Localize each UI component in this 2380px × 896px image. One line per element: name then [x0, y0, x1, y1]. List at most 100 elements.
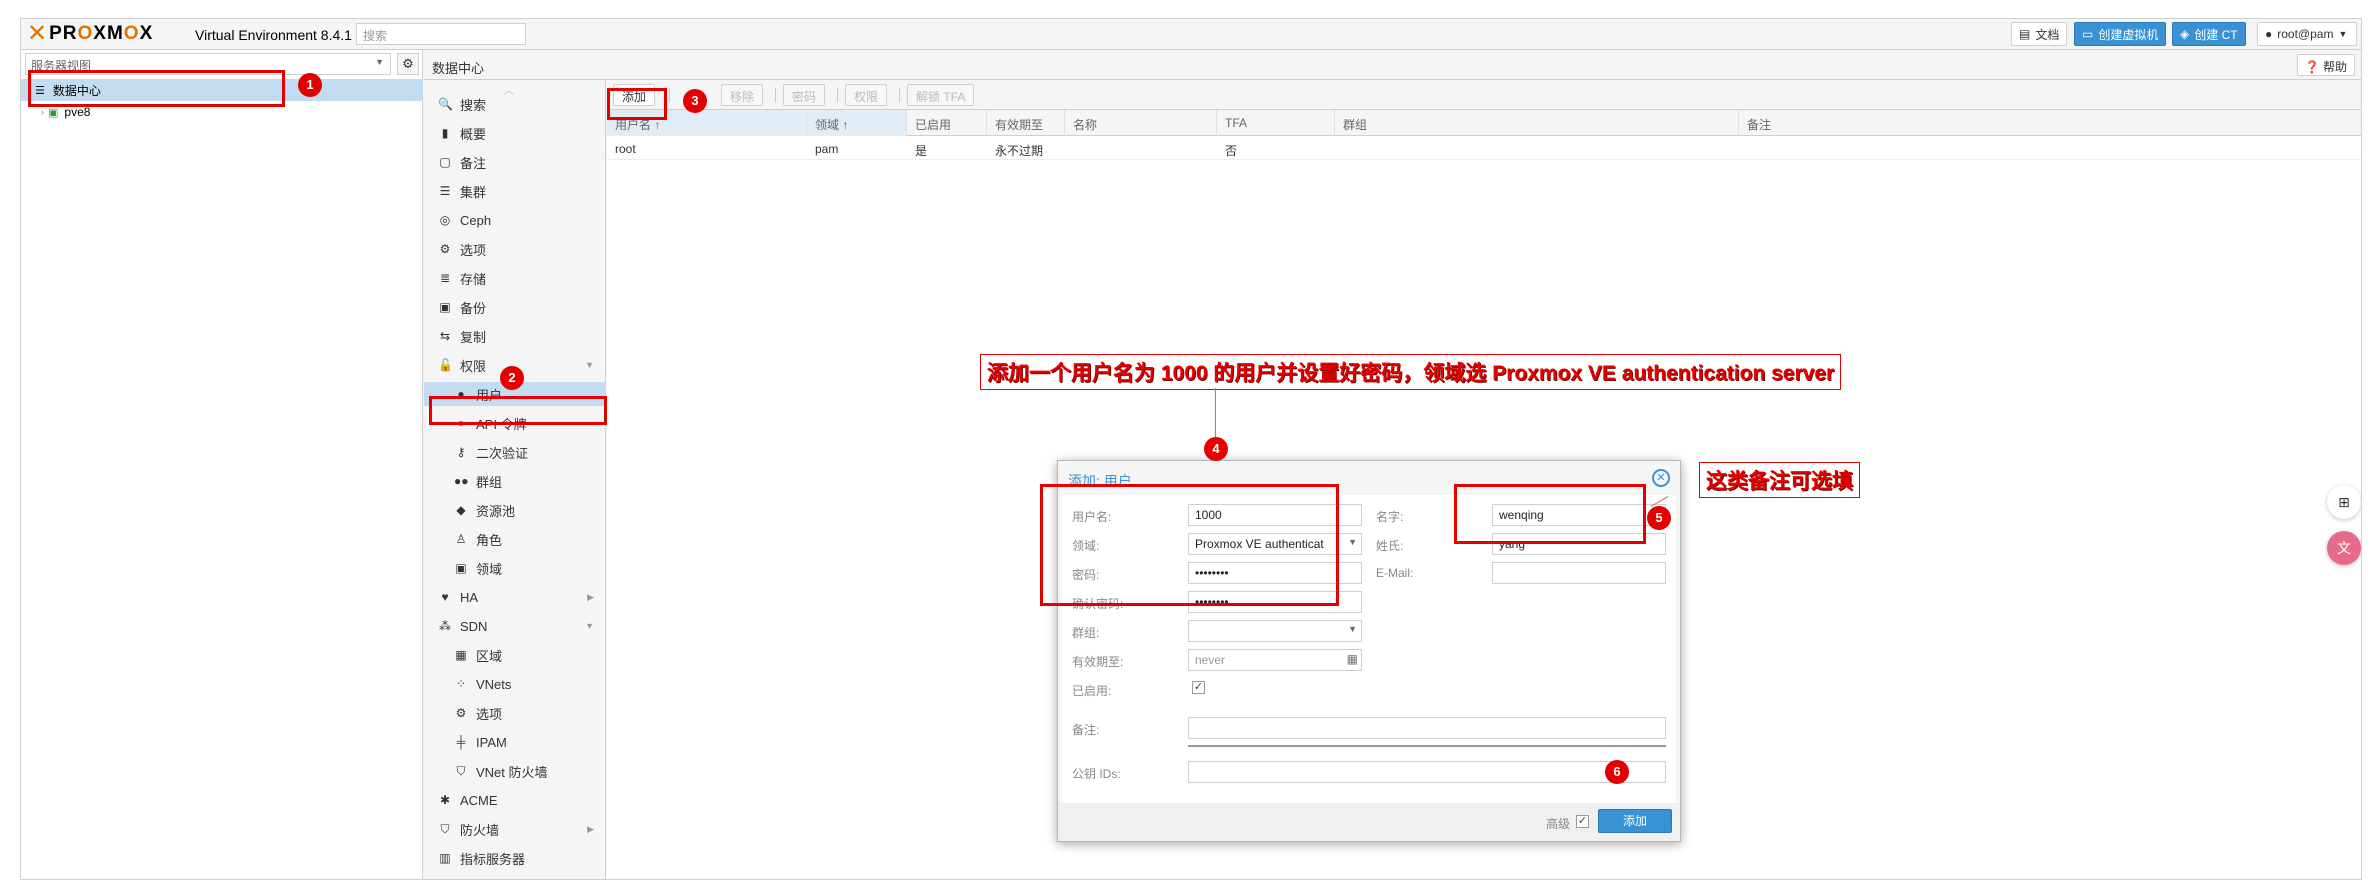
- expire-date-input[interactable]: never ▦: [1188, 649, 1362, 671]
- nav-groups[interactable]: ●● 群组: [424, 469, 606, 493]
- step-badge-6: 6: [1605, 760, 1629, 784]
- advanced-label: 高级: [1546, 817, 1571, 831]
- col-comment[interactable]: 备注: [1739, 110, 2361, 136]
- nav-storage[interactable]: ≣ 存储: [424, 266, 606, 290]
- cube-icon: ◈: [2180, 27, 2190, 41]
- email-input[interactable]: [1492, 562, 1666, 584]
- highlight-add-button: [607, 88, 667, 120]
- expand-icon: ›: [41, 107, 44, 117]
- step-badge-3: 3: [683, 89, 707, 113]
- col-enabled[interactable]: 已启用: [907, 110, 987, 136]
- col-tfa[interactable]: TFA: [1217, 110, 1335, 136]
- enabled-checkbox[interactable]: ✓: [1192, 681, 1205, 694]
- resource-tree-panel: 服务器视图 ▼ ⚙ ☰ 数据中心 › ▣ pve8: [21, 50, 423, 879]
- step-badge-4: 4: [1204, 437, 1228, 461]
- help-button[interactable]: ❓ 帮助: [2296, 54, 2355, 76]
- cell-expire: 永不过期: [995, 144, 1044, 158]
- nav-sdn[interactable]: ⁂ SDN ▼: [424, 614, 606, 638]
- create-vm-button[interactable]: ▭ 创建虚拟机: [2074, 22, 2167, 46]
- nav-options[interactable]: ⚙ 选项: [424, 237, 606, 261]
- step-badge-1: 1: [298, 73, 322, 97]
- col-groups[interactable]: 群组: [1335, 110, 1739, 136]
- nav-vnet-firewall[interactable]: ⛉ VNet 防火墙: [424, 759, 606, 783]
- nav-zones[interactable]: ▦ 区域: [424, 643, 606, 667]
- password-button[interactable]: 密码: [783, 84, 826, 106]
- nav-backup[interactable]: ▣ 备份: [424, 295, 606, 319]
- floppy-icon: ▣: [439, 300, 451, 314]
- nav-search[interactable]: 🔍 搜索: [424, 92, 606, 116]
- firstname-label: 名字:: [1376, 510, 1404, 524]
- callout-connector: [1215, 388, 1216, 438]
- col-name[interactable]: 名称: [1065, 110, 1217, 136]
- nav-cluster[interactable]: ☰ 集群: [424, 179, 606, 203]
- group-select[interactable]: ▼: [1188, 620, 1362, 642]
- grid-header: 用户名 ↑ 领域 ↑ 已启用 有效期至 名称 TFA 群组 备注: [607, 110, 2361, 136]
- nav-ha[interactable]: ♥ HA ▶: [424, 585, 606, 609]
- keys-input[interactable]: [1188, 761, 1666, 783]
- unlock-tfa-button[interactable]: 解锁 TFA: [907, 84, 975, 106]
- content-header: 数据中心 ❓ 帮助: [424, 50, 2361, 80]
- expire-label: 有效期至:: [1072, 655, 1124, 669]
- highlight-users-nav: [429, 396, 607, 425]
- proxmox-logo: ✕ PR O XM O X: [27, 20, 154, 47]
- nav-realms[interactable]: ▣ 领域: [424, 556, 606, 580]
- divider: [1188, 745, 1666, 747]
- chevron-down-icon: ▼: [375, 57, 384, 67]
- nav-pools[interactable]: ◆ 资源池: [424, 498, 606, 522]
- dialog-footer: 高级 ✓ 添加: [1058, 803, 1680, 841]
- book-icon: ▮: [441, 126, 449, 140]
- nav-firewall[interactable]: ⛉ 防火墙 ▶: [424, 817, 606, 841]
- qr-scan-icon[interactable]: ⊞: [2327, 485, 2361, 519]
- docs-button[interactable]: ▤ 文档: [2011, 22, 2068, 46]
- callout-main: 添加一个用户名为 1000 的用户并设置好密码，领域选 Proxmox VE a…: [980, 354, 1842, 390]
- user-menu-button[interactable]: ● root@pam ▼: [2257, 22, 2357, 46]
- nav-ceph[interactable]: ◎ Ceph: [424, 208, 606, 232]
- nav-notes[interactable]: ▢ 备注: [424, 150, 606, 174]
- dialog-add-button[interactable]: 添加: [1598, 809, 1672, 833]
- gear-icon[interactable]: ⚙: [397, 53, 419, 75]
- chevron-down-icon: ▼: [1348, 537, 1357, 547]
- expand-icon: ▶: [587, 591, 594, 602]
- nav-summary[interactable]: ▮ 概要: [424, 121, 606, 145]
- nav-vnets[interactable]: ⁘ VNets: [424, 672, 606, 696]
- expand-icon: ▶: [587, 823, 594, 834]
- col-expire[interactable]: 有效期至: [987, 110, 1065, 136]
- nav-acme[interactable]: ✱ ACME: [424, 788, 606, 812]
- separator: [669, 88, 670, 102]
- permission-button[interactable]: 权限: [845, 84, 888, 106]
- cell-realm: pam: [815, 142, 839, 156]
- close-icon[interactable]: ✕: [1652, 469, 1670, 487]
- advanced-checkbox[interactable]: ✓: [1576, 815, 1589, 828]
- ceph-icon: ◎: [439, 213, 451, 227]
- email-label: E-Mail:: [1376, 566, 1414, 580]
- server-icon: ☰: [439, 184, 451, 198]
- nav-replication[interactable]: ⇆ 复制: [424, 324, 606, 348]
- book-icon: ▤: [2019, 27, 2031, 41]
- keys-label: 公钥 IDs:: [1072, 767, 1121, 781]
- users-icon: ●●: [454, 474, 469, 488]
- table-row[interactable]: root pam 是 永不过期 否: [607, 136, 2361, 160]
- app-window: ✕ PR O XM O X Virtual Environment 8.4.1 搜索 ▤…: [20, 18, 2362, 880]
- translate-icon[interactable]: 文: [2327, 531, 2361, 565]
- nav-metric-server[interactable]: ▥ 指标服务器: [424, 846, 606, 870]
- separator: [837, 88, 838, 102]
- proxmox-x-icon: ✕: [27, 20, 49, 47]
- search-input[interactable]: 搜索: [356, 23, 526, 45]
- create-ct-button[interactable]: ◈ 创建 CT: [2172, 22, 2246, 46]
- chevron-down-icon: ▼: [1348, 624, 1357, 634]
- remove-button[interactable]: 移除: [721, 84, 764, 106]
- col-realm[interactable]: 领域 ↑: [807, 110, 907, 136]
- enabled-label: 已启用:: [1072, 684, 1112, 698]
- cell-username: root: [615, 142, 636, 156]
- nav-sdn-options[interactable]: ⚙ 选项: [424, 701, 606, 725]
- male-icon: ♙: [455, 532, 467, 546]
- cell-enabled: 是: [915, 144, 928, 158]
- comment-label: 备注:: [1072, 723, 1100, 737]
- user-icon: ●: [2265, 27, 2273, 41]
- nav-tfa[interactable]: ⚷ 二次验证: [424, 440, 606, 464]
- nav-ipam[interactable]: ╪ IPAM: [424, 730, 606, 754]
- nav-roles[interactable]: ♙ 角色: [424, 527, 606, 551]
- highlight-datacenter: [28, 70, 285, 107]
- address-book-icon: ▣: [455, 561, 467, 575]
- comment-input[interactable]: [1188, 717, 1666, 739]
